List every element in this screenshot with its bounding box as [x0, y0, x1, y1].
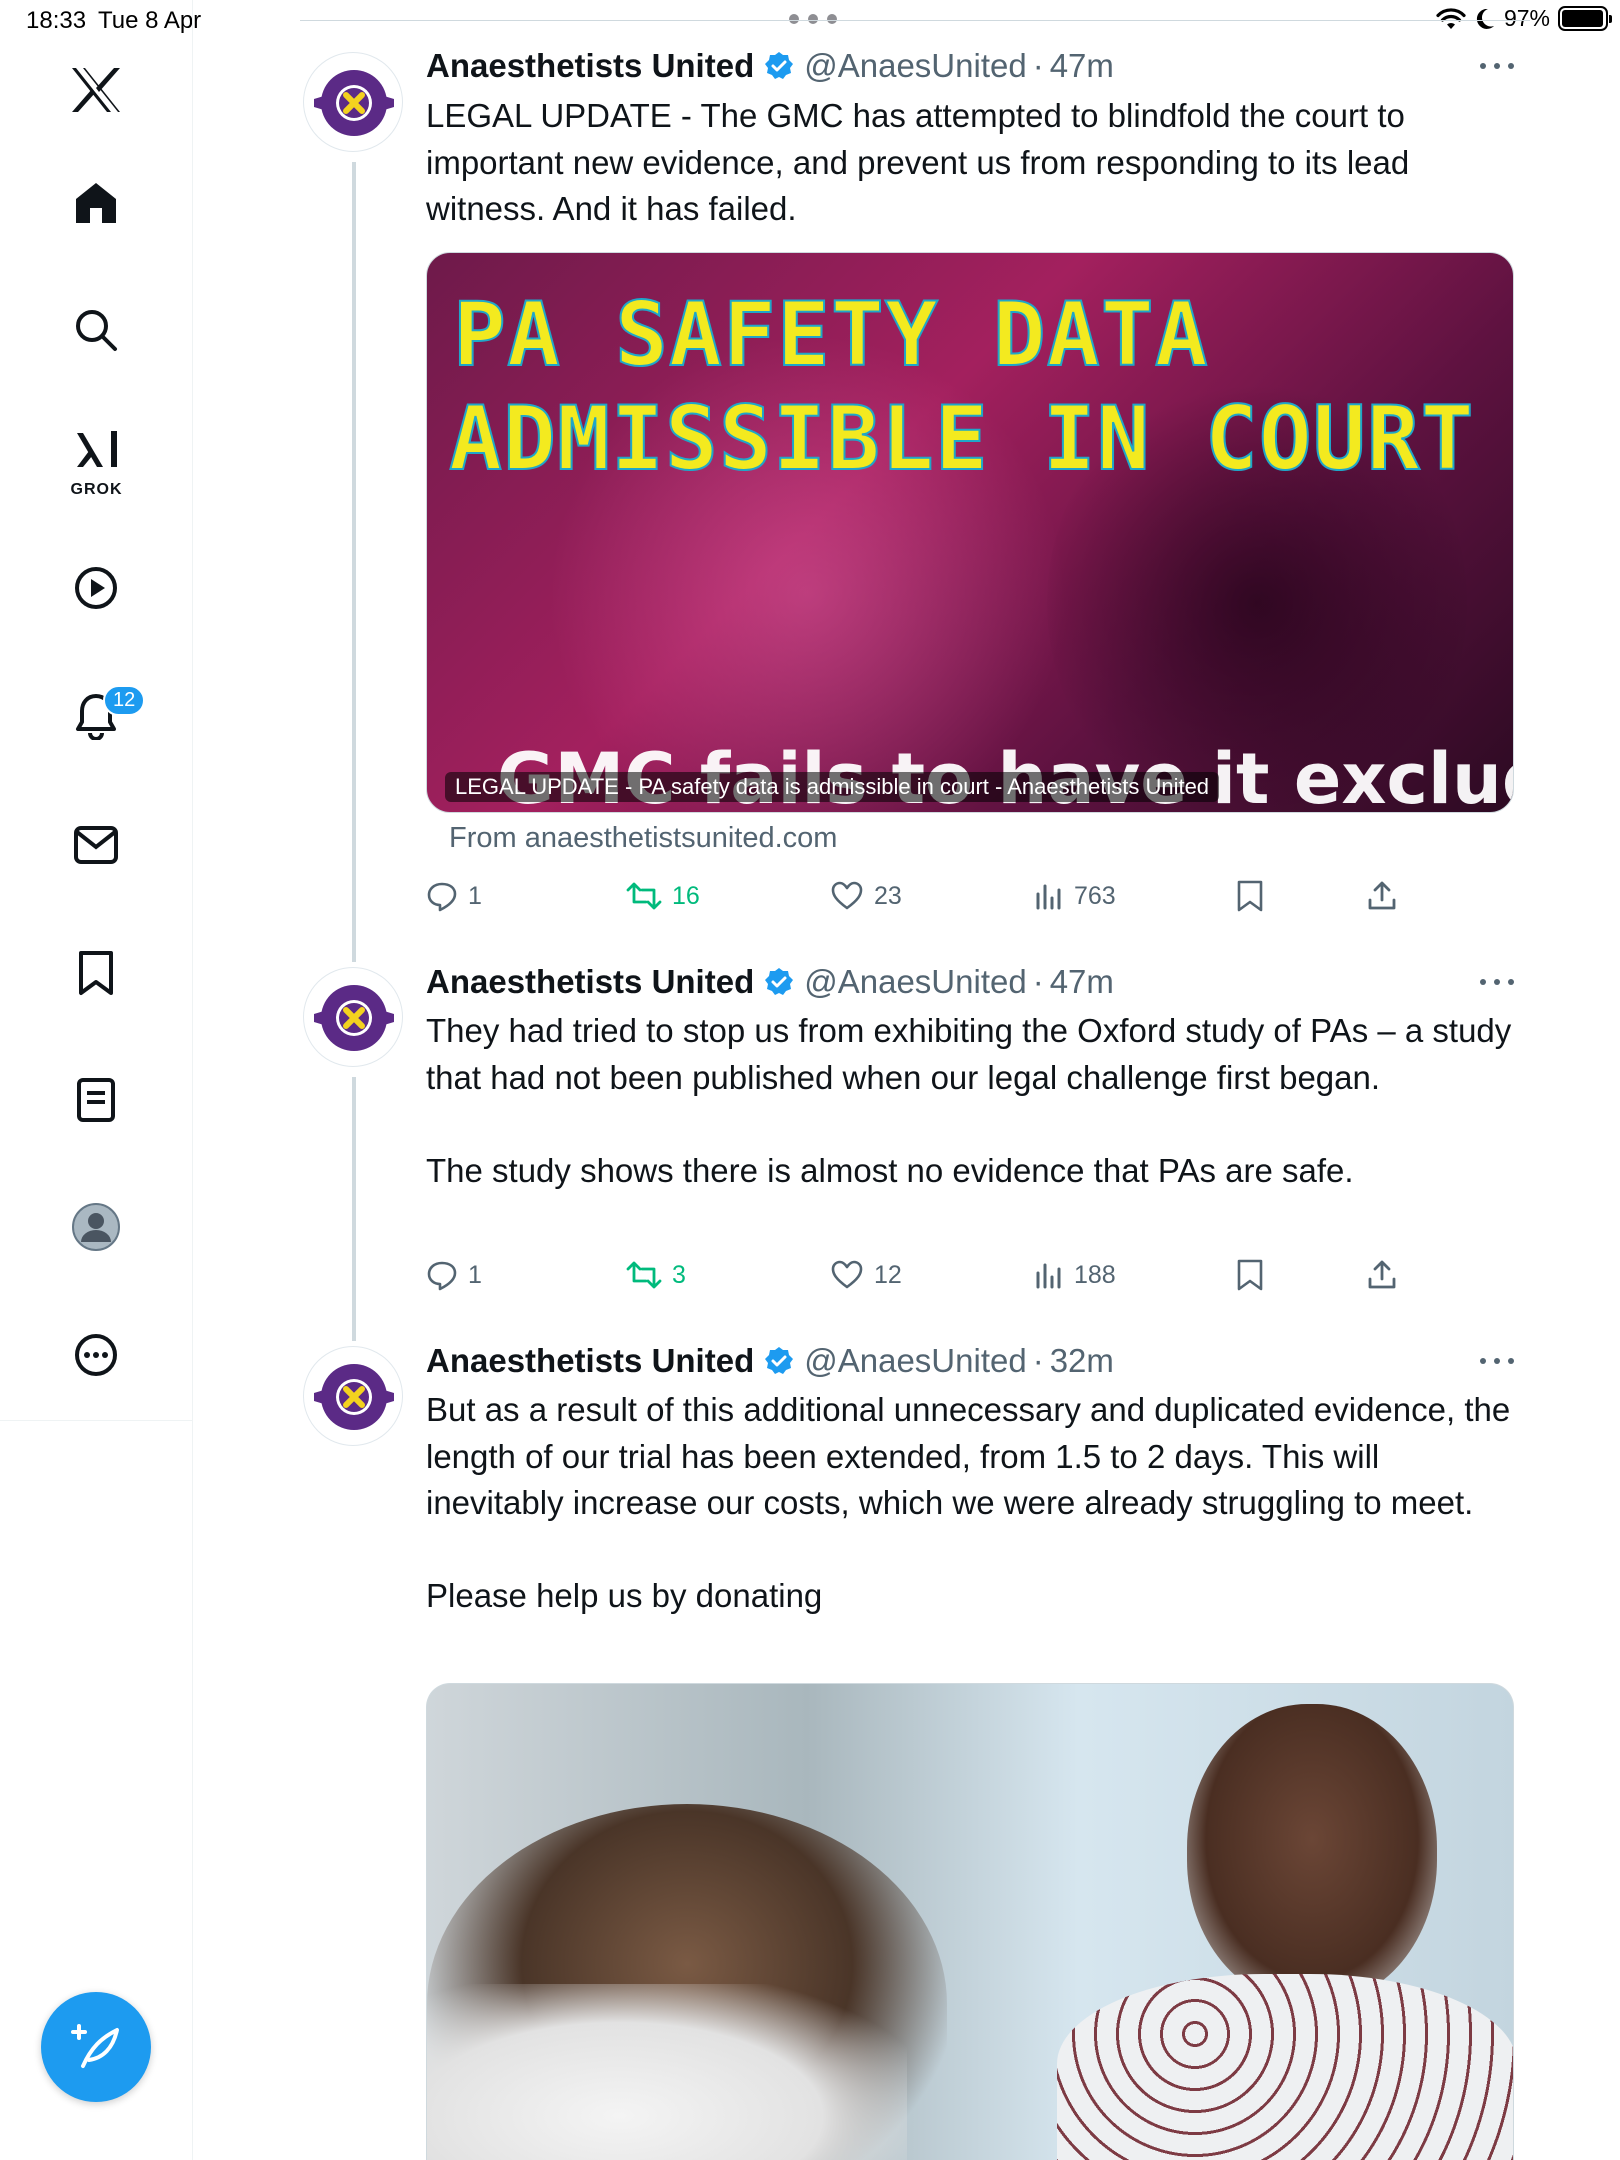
reply-icon: [427, 882, 457, 912]
reply-count: 1: [468, 1260, 482, 1289]
reply-button[interactable]: 1: [426, 876, 482, 916]
x-logo-icon[interactable]: [56, 50, 136, 130]
verified-badge-icon: [764, 51, 794, 81]
bookmark-icon: [1237, 880, 1263, 912]
top-separator: [300, 20, 1530, 21]
separator-dot: ·: [1032, 1342, 1044, 1379]
tweet-header: Anaesthetists United @AnaesUnited · 47m: [426, 46, 1114, 86]
avatar[interactable]: [303, 967, 403, 1067]
messages-icon[interactable]: [56, 805, 136, 885]
verified-badge-icon: [764, 967, 794, 997]
more-options-icon[interactable]: [1480, 63, 1514, 73]
tweet-timestamp[interactable]: 32m: [1050, 1342, 1114, 1380]
like-button[interactable]: 23: [830, 876, 902, 916]
card-source-link[interactable]: From anaesthetistsunited.com: [449, 822, 837, 855]
views-icon: [1036, 884, 1061, 910]
more-options-icon[interactable]: [1480, 1358, 1514, 1368]
card-headline: PA SAFETY DATA: [452, 283, 1209, 386]
sidebar-divider: [0, 1420, 193, 1421]
link-card[interactable]: PA SAFETY DATA ADMISSIBLE IN COURT GMC f…: [426, 252, 1514, 813]
heart-icon: [831, 1260, 863, 1289]
retweet-icon: [626, 1261, 662, 1289]
share-button[interactable]: [1366, 876, 1398, 916]
bookmark-button[interactable]: [1236, 876, 1264, 916]
verified-badge-icon: [764, 1346, 794, 1376]
thread-line: [352, 1077, 356, 1341]
grok-label: GROK: [70, 481, 123, 498]
tweet-image[interactable]: [426, 1683, 1514, 2160]
views-count: 763: [1074, 881, 1116, 910]
avatar[interactable]: [303, 52, 403, 152]
home-icon[interactable]: [56, 163, 136, 243]
views-button[interactable]: 763: [1034, 876, 1116, 916]
tweet-header: Anaesthetists United @AnaesUnited · 32m: [426, 1341, 1114, 1381]
views-button[interactable]: 188: [1034, 1255, 1116, 1295]
card-headline: ADMISSIBLE IN COURT: [448, 387, 1475, 490]
author-name[interactable]: Anaesthetists United: [426, 963, 754, 1001]
grok-icon[interactable]: [56, 410, 136, 490]
tweet-actions: 1 16 23 763: [426, 876, 1426, 916]
multitasking-dots-icon[interactable]: [789, 14, 837, 24]
retweet-count: 16: [672, 881, 700, 910]
status-right: 97%: [1436, 5, 1612, 32]
author-name[interactable]: Anaesthetists United: [426, 1342, 754, 1380]
tweet-text: But as a result of this additional unnec…: [426, 1391, 1511, 1614]
battery-icon: [1558, 6, 1612, 31]
tweet-timestamp[interactable]: 47m: [1050, 47, 1114, 85]
profile-icon[interactable]: [56, 1187, 136, 1267]
separator-dot: ·: [1032, 47, 1044, 84]
tweet-actions: 1 3 12 188: [426, 1255, 1426, 1295]
battery-percent: 97%: [1503, 5, 1550, 31]
notifications-badge: 12: [103, 685, 146, 716]
reply-icon: [427, 1261, 457, 1291]
retweet-button[interactable]: 16: [626, 876, 700, 916]
avatar[interactable]: [303, 1346, 403, 1446]
more-options-icon[interactable]: [1480, 979, 1514, 989]
patient-gown-shape: [1057, 1974, 1513, 2160]
author-handle[interactable]: @AnaesUnited: [804, 1342, 1026, 1380]
reply-count: 1: [468, 881, 482, 910]
bookmark-button[interactable]: [1236, 1255, 1264, 1295]
share-button[interactable]: [1366, 1255, 1398, 1295]
retweet-icon: [626, 882, 662, 910]
sidebar-nav: GROK 12: [0, 0, 193, 2160]
more-icon[interactable]: [56, 1315, 136, 1395]
views-count: 188: [1074, 1260, 1116, 1289]
retweet-count: 3: [672, 1260, 686, 1289]
moon-icon: [1476, 8, 1494, 29]
tweet-text: They had tried to stop us from exhibitin…: [426, 1012, 1512, 1189]
compose-icon: [71, 2024, 119, 2068]
tweet-timestamp[interactable]: 47m: [1050, 963, 1114, 1001]
author-handle[interactable]: @AnaesUnited: [804, 963, 1026, 1001]
reply-button[interactable]: 1: [426, 1255, 482, 1295]
retweet-button[interactable]: 3: [626, 1255, 686, 1295]
search-icon[interactable]: [56, 290, 136, 370]
author-handle[interactable]: @AnaesUnited: [804, 47, 1026, 85]
share-icon: [1368, 881, 1396, 910]
lists-icon[interactable]: [56, 1060, 136, 1140]
thread-line: [352, 162, 356, 962]
video-icon[interactable]: [56, 548, 136, 628]
patient-face-shape: [1187, 1704, 1437, 2004]
like-button[interactable]: 12: [830, 1255, 902, 1295]
author-name[interactable]: Anaesthetists United: [426, 47, 754, 85]
white-coat-shape: [427, 1984, 907, 2160]
compose-button[interactable]: [41, 1992, 151, 2102]
views-icon: [1036, 1263, 1061, 1289]
like-count: 23: [874, 881, 902, 910]
wifi-icon: [1436, 7, 1466, 29]
bookmarks-icon[interactable]: [56, 933, 136, 1013]
bookmark-icon: [1237, 1259, 1263, 1291]
like-count: 12: [874, 1260, 902, 1289]
heart-icon: [831, 881, 863, 910]
share-icon: [1368, 1260, 1396, 1289]
tweet-text: LEGAL UPDATE - The GMC has attempted to …: [426, 97, 1419, 227]
card-caption: LEGAL UPDATE - PA safety data is admissi…: [445, 772, 1220, 802]
tweet-header: Anaesthetists United @AnaesUnited · 47m: [426, 962, 1114, 1002]
separator-dot: ·: [1032, 963, 1044, 1000]
